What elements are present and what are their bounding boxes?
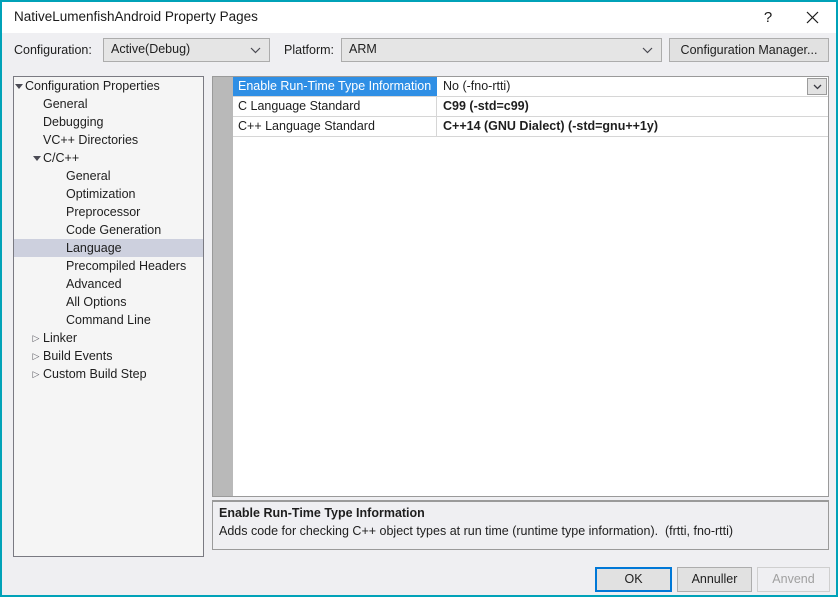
property-row[interactable]: C++ Language Standard C++14 (GNU Dialect)… [233,117,828,137]
tree-item-linker[interactable]: Linker [14,329,203,347]
tree-item-label: VC++ Directories [43,133,139,147]
tree-item-label: Optimization [66,187,136,201]
tree-item-label: Command Line [66,313,151,327]
property-value[interactable]: C++14 (GNU Dialect) (-std=gnu++1y) [438,117,828,136]
configuration-label: Configuration: [14,43,92,57]
tree-item-custom-build-step[interactable]: Custom Build Step [14,365,203,383]
question-mark-icon: ? [763,9,773,26]
tree-item-label: Custom Build Step [43,367,147,381]
tree-item-vc-directories[interactable]: VC++ Directories [14,131,203,149]
tree-item-preprocessor[interactable]: Preprocessor [14,203,203,221]
property-description-panel: Enable Run-Time Type Information Adds co… [212,500,829,550]
configuration-value: Active(Debug) [111,42,191,56]
tree-item-label: All Options [66,295,127,309]
tree-item-language[interactable]: Language [14,239,203,257]
property-value-dropdown-button[interactable] [807,78,827,95]
property-row[interactable]: Enable Run-Time Type Information No (-fno… [233,77,828,97]
tree-list: Configuration Properties General Debugging… [14,77,203,383]
tree-item-command-line[interactable]: Command Line [14,311,203,329]
title-bar: NativeLumenfishAndroid Property Pages ? [2,2,836,33]
tree-item-label: Debugging [43,115,104,129]
tree-item-c-c[interactable]: C/C++ [14,149,203,167]
tree-item-build-events[interactable]: Build Events [14,347,203,365]
property-row[interactable]: C Language Standard C99 (-std=c99) [233,97,828,117]
chevron-down-icon [247,39,263,61]
tree-item-label: Precompiled Headers [66,259,187,273]
tree-item-label: Preprocessor [66,205,141,219]
property-pages-dialog: NativeLumenfishAndroid Property Pages ? … [0,0,838,597]
property-grid-gutter [213,77,233,496]
tree-item-code-generation[interactable]: Code Generation [14,221,203,239]
tree-item-debugging[interactable]: Debugging [14,113,203,131]
tree-item-precompiled-headers[interactable]: Precompiled Headers [14,257,203,275]
close-icon [806,11,818,24]
property-grid-rows: Enable Run-Time Type Information No (-fno… [233,77,828,137]
tree-item-label: Configuration Properties [25,79,160,93]
cancel-button[interactable]: Annuller [677,567,752,592]
property-grid[interactable]: Enable Run-Time Type Information No (-fno… [212,76,829,497]
tree-item-label: Language [66,241,122,255]
platform-dropdown[interactable]: ARM [341,38,662,62]
tree-item-label: C/C++ [43,151,80,165]
expander-closed-icon[interactable] [30,329,44,347]
description-text: Adds code for checking C++ object types … [219,524,659,538]
configuration-properties-tree[interactable]: Configuration Properties General Debugging… [13,76,204,557]
configuration-manager-button[interactable]: Configuration Manager... [669,38,829,62]
configuration-dropdown[interactable]: Active(Debug) [103,38,270,62]
platform-label: Platform: [284,43,335,57]
expander-closed-icon[interactable] [30,347,44,365]
apply-button: Anvend [757,567,830,592]
property-value[interactable]: No (-fno-rtti) [438,77,828,96]
property-name: C++ Language Standard [233,117,437,136]
property-name: C Language Standard [233,97,437,116]
description-title: Enable Run-Time Type Information [219,506,425,520]
help-button[interactable]: ? [746,2,790,33]
tree-item-advanced[interactable]: Advanced [14,275,203,293]
platform-value: ARM [349,42,377,56]
tree-item-general[interactable]: General [14,167,203,185]
chevron-down-icon [639,39,655,61]
tree-item-label: General [66,169,111,183]
property-name: Enable Run-Time Type Information [233,77,437,96]
ok-button[interactable]: OK [595,567,672,592]
tree-item-label: Build Events [43,349,113,363]
property-value[interactable]: C99 (-std=c99) [438,97,828,116]
tree-item-optimization[interactable]: Optimization [14,185,203,203]
configuration-bar: Configuration: Active(Debug) Platform: A… [2,33,836,69]
tree-item-label: Code Generation [66,223,162,237]
tree-item-label: Advanced [66,277,122,291]
tree-item-label: General [43,97,88,111]
expander-open-icon[interactable] [30,149,44,167]
tree-item-configuration-properties[interactable]: Configuration Properties [14,77,203,95]
description-flags: (frtti, fno-rtti) [665,524,734,538]
chevron-down-icon [813,84,821,89]
tree-item-all-options[interactable]: All Options [14,293,203,311]
tree-item-general[interactable]: General [14,95,203,113]
window-title: NativeLumenfishAndroid Property Pages [14,9,258,24]
expander-closed-icon[interactable] [30,365,44,383]
close-button[interactable] [790,2,834,33]
tree-item-label: Linker [43,331,78,345]
